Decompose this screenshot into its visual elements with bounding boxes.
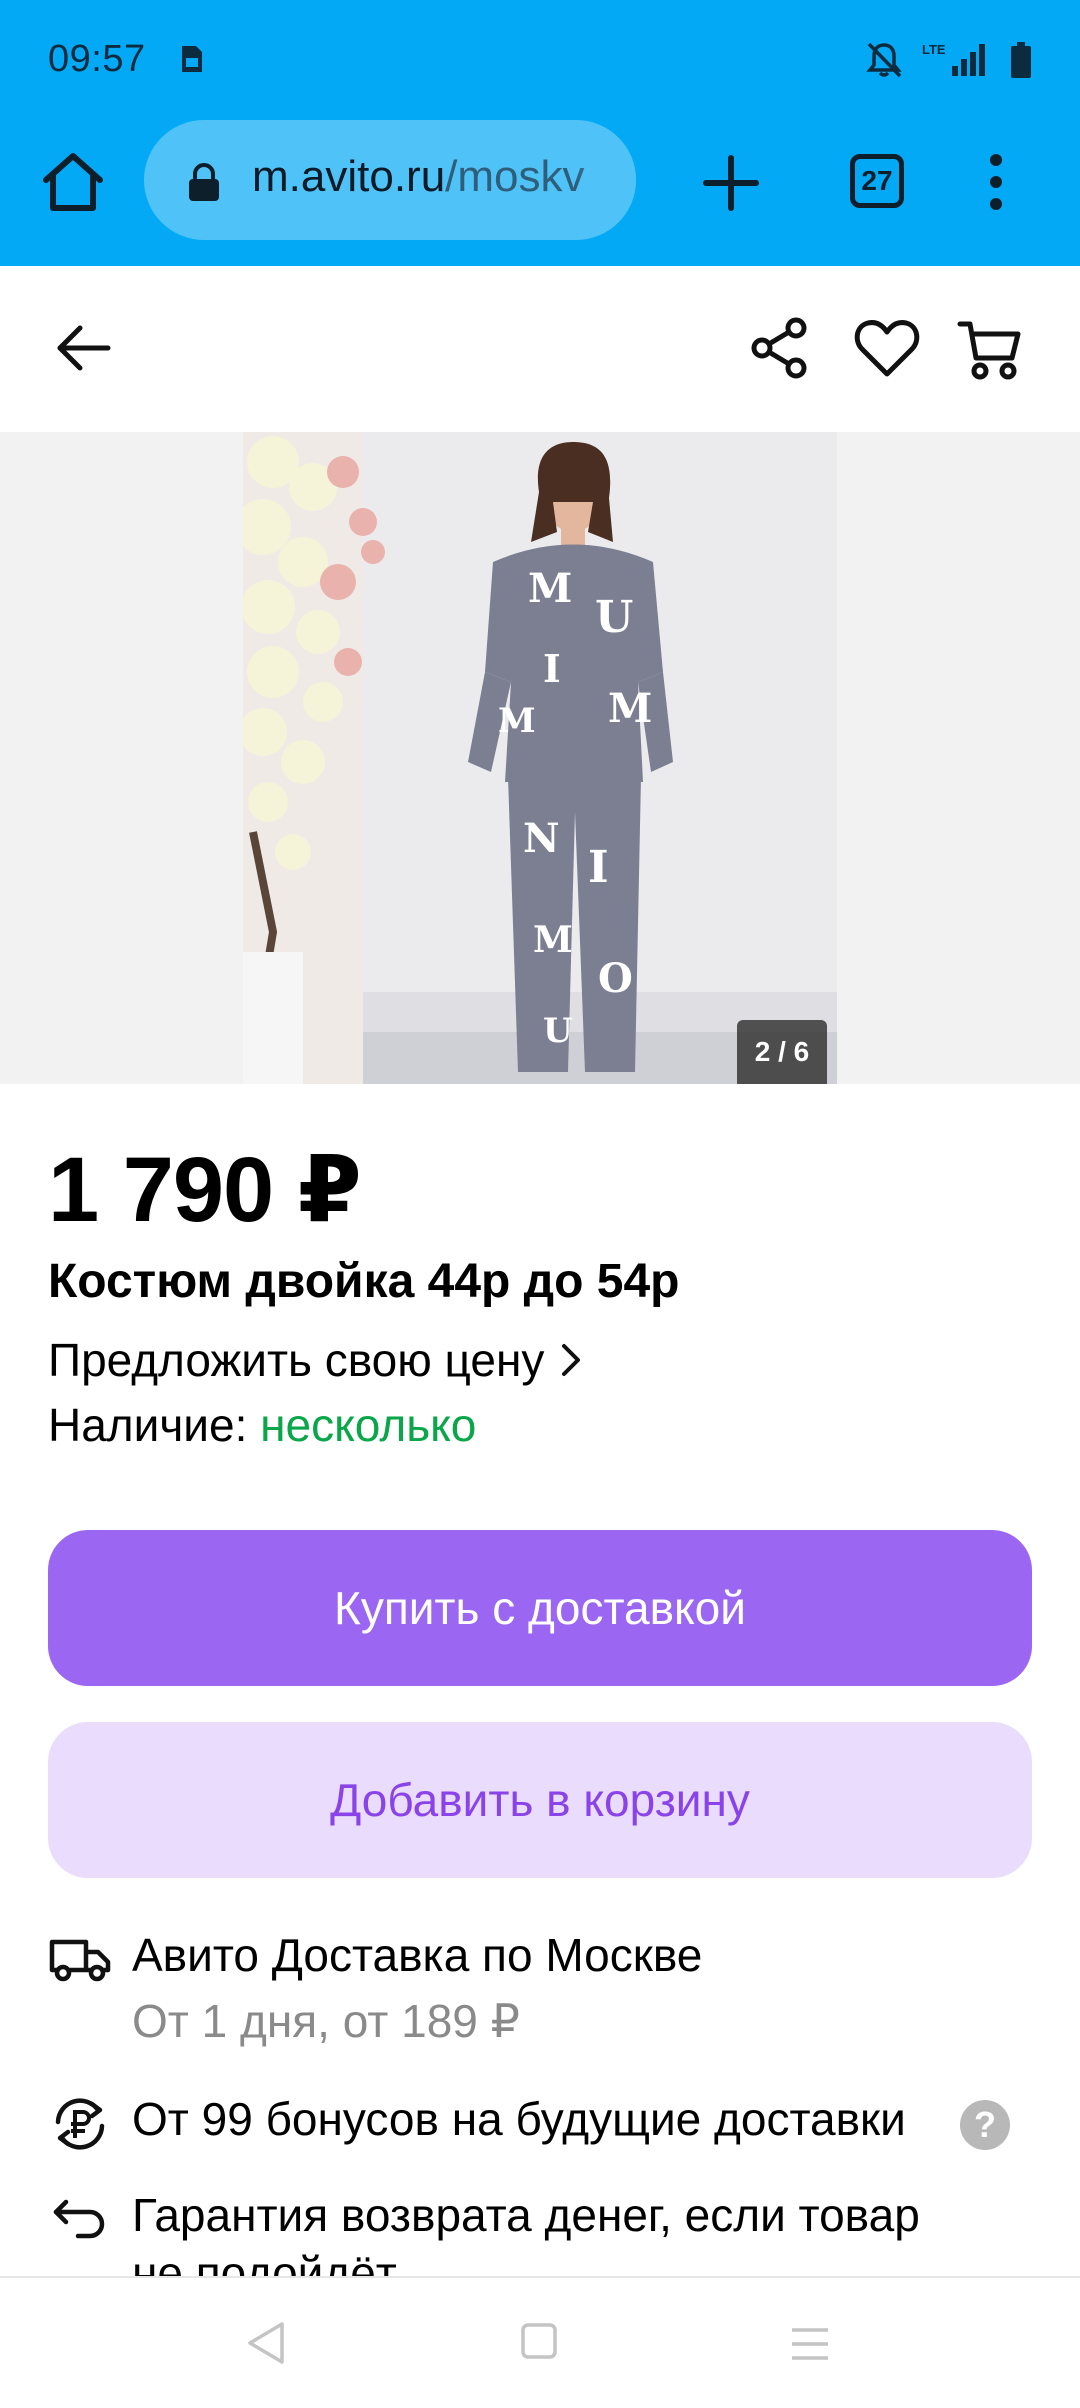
plus-icon[interactable] (700, 152, 762, 214)
product-title: Костюм двойка 44р до 54р (48, 1255, 680, 1308)
status-icons: LTE (864, 40, 1032, 80)
return-arrow-icon (53, 2199, 105, 2239)
battery-icon (1011, 42, 1031, 78)
cart-icon[interactable] (956, 316, 1022, 382)
network-label: LTE (922, 42, 946, 57)
svg-text:O: O (598, 955, 633, 1002)
tab-switcher-button[interactable]: 27 (850, 154, 904, 208)
lock-icon (189, 163, 219, 201)
app-toolbar (0, 266, 1080, 432)
status-bar: 09:57 LTE (0, 0, 1080, 120)
bonus-info: От 99 бонусов на будущие доставки ? (48, 2092, 1048, 2162)
guarantee-info: Гарантия возврата денег, если товар не п… (48, 2188, 1048, 2278)
product-price: 1 790 ₽ (48, 1139, 362, 1241)
url-host: m.avito.ru (252, 152, 446, 201)
signal-icon: LTE (922, 42, 985, 76)
truck-icon (49, 1939, 111, 1982)
status-time: 09:57 (48, 38, 146, 80)
tab-count: 27 (861, 165, 893, 196)
offer-price-link[interactable]: Предложить свою цену (48, 1330, 582, 1390)
url-path: /moskv (445, 152, 585, 201)
delivery-info: Авито Доставка по Москве От 1 дня, от 18… (48, 1928, 1048, 2058)
product-photo[interactable]: M U I M M N I M O U 2 / 6 (243, 432, 837, 1084)
help-mark: ? (974, 2104, 996, 2145)
photo-counter: 2 / 6 (737, 1020, 827, 1084)
heart-icon[interactable] (852, 316, 922, 380)
svg-text:M: M (533, 919, 573, 961)
url-text[interactable]: m.avito.ru/moskv (252, 152, 585, 202)
buy-button-label: Купить с доставкой (334, 1582, 746, 1634)
availability: Наличие: несколько (48, 1398, 476, 1452)
availability-label: Наличие: (48, 1399, 248, 1451)
bonus-text: От 99 бонусов на будущие доставки (132, 2093, 906, 2145)
svg-text:U: U (595, 592, 633, 643)
more-vertical-icon[interactable] (986, 152, 1006, 212)
bell-off-icon (866, 42, 902, 78)
add-to-cart-button[interactable]: Добавить в корзину (48, 1722, 1032, 1878)
url-bar[interactable]: m.avito.ru/moskv (144, 120, 636, 240)
browser-chrome: 09:57 LTE m.avito.ru/moskv 27 (0, 0, 1080, 266)
nav-back-icon[interactable] (244, 2320, 288, 2366)
system-nav-bar (0, 2276, 1080, 2408)
nav-home-icon[interactable] (520, 2322, 558, 2360)
home-icon[interactable] (40, 150, 106, 214)
delivery-title: Авито Доставка по Москве (132, 1929, 703, 1981)
svg-text:M: M (498, 701, 536, 741)
svg-text:M: M (528, 565, 572, 612)
svg-text:N: N (523, 815, 560, 862)
nav-menu-icon[interactable] (790, 2324, 830, 2364)
share-icon[interactable] (748, 316, 812, 380)
sim-card-icon (182, 46, 202, 72)
svg-text:I: I (588, 842, 609, 893)
availability-value: несколько (260, 1399, 477, 1451)
svg-text:U: U (543, 1011, 573, 1051)
svg-text:M: M (608, 685, 652, 732)
help-icon[interactable]: ? (960, 2100, 1010, 2150)
photo-gallery[interactable]: M U I M M N I M O U 2 / 6 (0, 432, 1080, 1084)
product-photo-image: M U I M M N I M O U (243, 432, 837, 1084)
cart-button-label: Добавить в корзину (330, 1774, 750, 1826)
arrow-left-icon[interactable] (52, 316, 116, 380)
chevron-right-icon (562, 1344, 581, 1376)
ruble-cycle-icon (55, 2098, 105, 2150)
buy-with-delivery-button[interactable]: Купить с доставкой (48, 1530, 1032, 1686)
guarantee-text-line2: не подойдёт (132, 2247, 397, 2278)
delivery-subtitle: От 1 дня, от 189 ₽ (132, 1995, 520, 2047)
url-fade (576, 120, 636, 240)
svg-text:I: I (543, 646, 561, 691)
guarantee-text-line1: Гарантия возврата денег, если товар (132, 2189, 920, 2241)
offer-price-label: Предложить свою цену (48, 1334, 545, 1386)
